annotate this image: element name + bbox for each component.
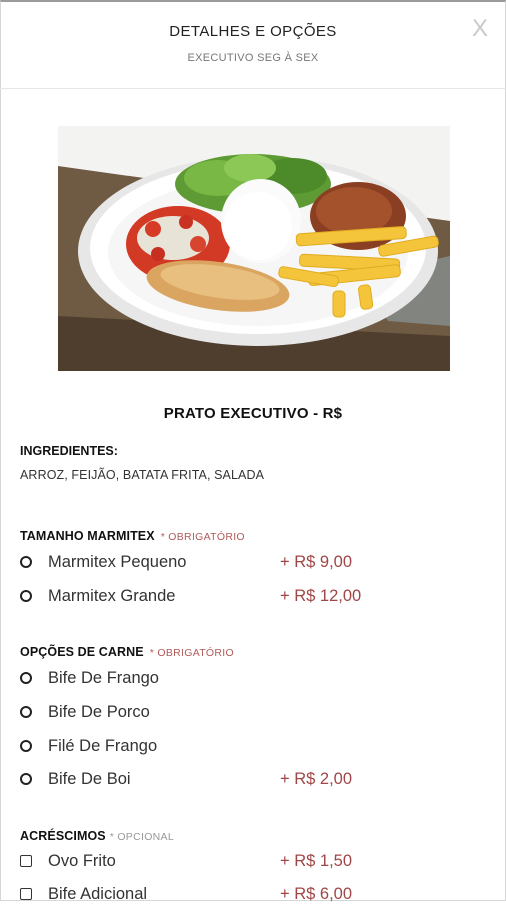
section-size-header: TAMANHO MARMITEX * OBRIGATÓRIO [20,529,245,543]
modal-subtitle: EXECUTIVO SEG À SEX [187,52,319,64]
modal-header: DETALHES E OPÇÕES EXECUTIVO SEG À SEX X [0,0,506,89]
option-file-de-frango[interactable]: Filé De Frango [20,731,490,761]
radio-button[interactable] [20,556,32,568]
section-meat-header: OPÇÕES DE CARNE * OBRIGATÓRIO [20,645,234,659]
dish-image [58,126,450,371]
option-label: Bife De Porco [48,702,150,721]
option-label: Bife De Boi [48,769,131,788]
radio-button[interactable] [20,672,32,684]
option-bife-adicional[interactable]: Bife Adicional + R$ 6,00 [20,879,490,909]
radio-button[interactable] [20,590,32,602]
option-label: Marmitex Grande [48,586,176,605]
option-label: Bife Adicional [48,884,148,903]
required-tag: * OBRIGATÓRIO [160,531,245,543]
ingredients-label: INGREDIENTES: [20,444,118,458]
option-bife-de-boi[interactable]: Bife De Boi + R$ 2,00 [20,764,490,794]
option-label: Bife De Frango [48,668,159,687]
close-button[interactable]: X [472,15,488,43]
radio-button[interactable] [20,706,32,718]
option-price: + R$ 12,00 [280,586,362,605]
required-tag: * OBRIGATÓRIO [149,647,234,659]
modal-title: DETALHES E OPÇÕES [169,23,337,40]
checkbox[interactable] [20,888,32,900]
option-marmitex-pequeno[interactable]: Marmitex Pequeno + R$ 9,00 [20,547,490,577]
option-label: Filé De Frango [48,736,158,755]
section-extras-header: ACRÉSCIMOS * OPCIONAL [20,829,174,843]
option-label: Marmitex Pequeno [48,552,187,571]
option-price: + R$ 6,00 [280,884,353,903]
option-price: + R$ 2,00 [280,769,353,788]
optional-tag: * OPCIONAL [109,831,175,843]
option-label: Ovo Frito [48,851,116,870]
option-bife-de-porco[interactable]: Bife De Porco [20,697,490,727]
section-extras-title: ACRÉSCIMOS [20,829,106,843]
radio-button[interactable] [20,740,32,752]
option-bife-de-frango[interactable]: Bife De Frango [20,663,490,693]
option-price: + R$ 1,50 [280,851,353,870]
radio-button[interactable] [20,773,32,785]
ingredients-list: ARROZ, FEIJÃO, BATATA FRITA, SALADA [20,468,265,482]
section-size-title: TAMANHO MARMITEX [20,529,155,543]
dish-title: PRATO EXECUTIVO - R$ [163,405,343,422]
option-price: + R$ 9,00 [280,552,353,571]
option-ovo-frito[interactable]: Ovo Frito + R$ 1,50 [20,846,490,876]
checkbox[interactable] [20,855,32,867]
section-meat-title: OPÇÕES DE CARNE [20,645,144,659]
option-marmitex-grande[interactable]: Marmitex Grande + R$ 12,00 [20,581,490,611]
